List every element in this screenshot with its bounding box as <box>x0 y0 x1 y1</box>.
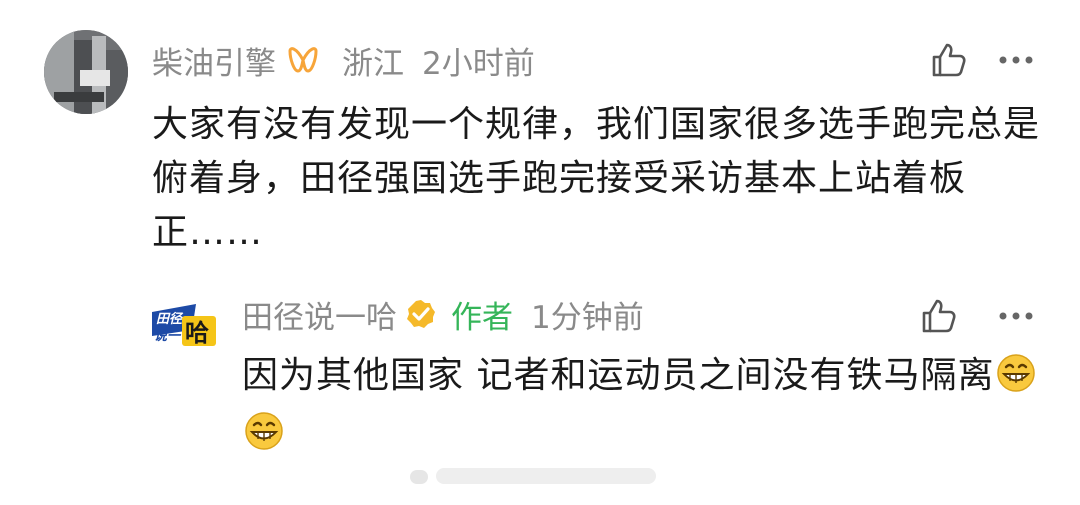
avatar-photo <box>44 30 128 114</box>
like-button[interactable] <box>926 38 970 82</box>
reply: 田径 说一 哈 田径说一哈 作者 1分钟前 因为其他国家 记者和运动员之间没有铁… <box>0 280 1080 460</box>
timestamp: 2小时前 <box>422 45 535 82</box>
svg-text:田径: 田径 <box>156 311 184 326</box>
thumbs-up-icon <box>922 299 956 333</box>
more-options-button[interactable] <box>994 38 1038 82</box>
author-logo[interactable]: 田径 说一 哈 <box>152 300 218 348</box>
reply-text: 因为其他国家 记者和运动员之间没有铁马隔离 <box>242 350 1042 466</box>
reply-username[interactable]: 田径说一哈 <box>242 292 397 337</box>
avatar[interactable] <box>44 30 128 114</box>
reply-more-options-button[interactable] <box>994 294 1038 338</box>
location: 浙江 <box>342 45 404 82</box>
more-dots-icon <box>999 56 1033 64</box>
svg-text:说一: 说一 <box>154 328 182 343</box>
reply-meta: 田径说一哈 作者 1分钟前 <box>242 292 644 336</box>
watermark-blur <box>410 468 656 484</box>
reply-like-button[interactable] <box>916 294 960 338</box>
thumbs-up-icon <box>932 43 966 77</box>
verified-badge-icon <box>405 298 437 330</box>
comment: 柴油引擎 浙江 2小时前 大家有没有发现一个规律，我们国家很多选手跑完总是俯着身… <box>0 0 1080 280</box>
grin-emoji-icon <box>244 411 284 466</box>
comment-meta: 柴油引擎 浙江 2小时前 <box>152 38 535 82</box>
svg-text:哈: 哈 <box>185 320 209 347</box>
reply-text-content: 因为其他国家 记者和运动员之间没有铁马隔离 <box>242 355 995 396</box>
username[interactable]: 柴油引擎 <box>152 38 276 83</box>
grin-emoji-icon <box>996 353 1036 408</box>
author-tag: 作者 <box>451 299 513 336</box>
reply-timestamp: 1分钟前 <box>531 299 644 336</box>
weibo-loop-badge-icon[interactable] <box>286 45 320 75</box>
watermark <box>410 462 670 490</box>
more-dots-icon <box>999 312 1033 320</box>
tianjing-logo-icon: 田径 说一 哈 <box>152 304 216 347</box>
comment-text: 大家有没有发现一个规律，我们国家很多选手跑完总是俯着身，田径强国选手跑完接受采访… <box>152 104 1041 253</box>
